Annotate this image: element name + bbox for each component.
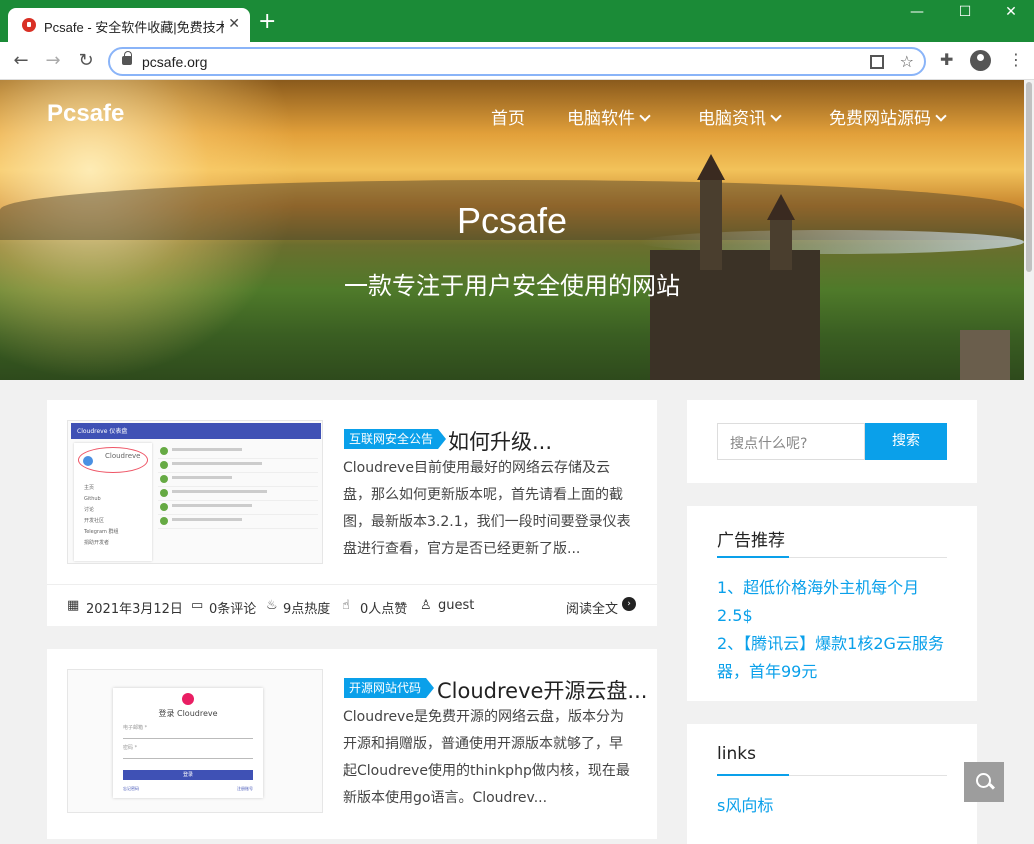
post-card: Cloudreve 仪表盘 Cloudreve 主页 Github 讨论 开发社… (47, 400, 657, 626)
thumb-email-line (123, 738, 253, 739)
hero-subtitle: 一款专注于用户安全使用的网站 (344, 272, 680, 300)
widget-divider (717, 556, 947, 558)
nav-label: 电脑软件 (567, 109, 635, 129)
post-thumbnail[interactable]: Cloudreve 仪表盘 Cloudreve 主页 Github 讨论 开发社… (67, 420, 323, 564)
chevron-down-icon (935, 110, 947, 122)
thumb-menu-item: 捐助开发者 (84, 540, 110, 546)
floating-search-button[interactable] (964, 762, 1004, 802)
close-window-button[interactable]: ✕ (988, 4, 1034, 20)
nav-source-code[interactable]: 免费网站源码 (829, 104, 947, 129)
thumb-menu-item: 开发社区 (84, 518, 105, 524)
thumb-login-card: 登录 Cloudreve 电子邮箱 * 密码 * 登录 忘记密码 注册账号 (113, 688, 263, 798)
browser-tab[interactable]: Pcsafe - 安全软件收藏|免费技术 ✕ (8, 8, 250, 42)
extensions-icon[interactable]: ✚ (940, 50, 953, 69)
nav-label: 首页 (491, 109, 525, 129)
back-icon[interactable]: ← (10, 50, 32, 71)
read-more-link[interactable]: 阅读全文 (566, 598, 618, 617)
thumb-email-label: 电子邮箱 * (123, 725, 148, 731)
hero-title: Pcsafe (456, 200, 568, 241)
maximize-button[interactable]: ☐ (942, 4, 988, 20)
post-title[interactable]: 如何升级... (448, 426, 552, 456)
forward-icon[interactable]: → (42, 50, 64, 71)
browser-toolbar: ← → ↻ pcsafe.org ☆ ✚ ⋮ (0, 42, 1034, 80)
tab-title: Pcsafe - 安全软件收藏|免费技术 (44, 20, 224, 35)
nav-label: 免费网站源码 (829, 109, 931, 129)
flame-icon: ♨ (266, 598, 278, 613)
category-badge[interactable]: 开源网站代码 (344, 678, 435, 698)
post-comments[interactable]: 0条评论 (209, 598, 256, 617)
widget-divider (717, 774, 947, 776)
menu-kebab-icon[interactable]: ⋮ (1008, 50, 1024, 69)
post-title[interactable]: Cloudreve开源云盘... (437, 675, 647, 705)
widget-title: links (717, 744, 756, 764)
ad-link[interactable]: 2、【腾讯云】爆款1核2G云服务器，首年99元 (717, 630, 949, 686)
site-logo[interactable]: Pcsafe (47, 100, 124, 128)
calendar-icon: ▦ (67, 598, 80, 613)
thumbs-up-icon[interactable]: ☝ (342, 598, 350, 613)
thumb-menu-panel: Cloudreve 主页 Github 讨论 开发社区 Telegram 群组 … (74, 443, 152, 561)
widget-title: 广告推荐 (717, 531, 785, 551)
post-likes[interactable]: 0人点赞 (360, 598, 407, 617)
search-widget: 搜点什么呢? 搜索 (687, 400, 977, 483)
castle-tower-right (960, 330, 1010, 380)
lock-icon (122, 51, 132, 65)
site-favicon-icon (22, 18, 36, 32)
thumb-brand: Cloudreve (105, 452, 141, 460)
post-author[interactable]: guest (438, 598, 474, 613)
thumb-register-link: 注册账号 (237, 786, 253, 791)
nav-label: 电脑资讯 (698, 109, 766, 129)
thumb-login-button: 登录 (123, 770, 253, 780)
post-thumbnail[interactable]: 登录 Cloudreve 电子邮箱 * 密码 * 登录 忘记密码 注册账号 (67, 669, 323, 813)
new-tab-button[interactable]: + (258, 11, 276, 33)
thumb-login-heading: 登录 Cloudreve (158, 709, 218, 718)
qr-code-icon[interactable] (870, 55, 884, 69)
post-card: 登录 Cloudreve 电子邮箱 * 密码 * 登录 忘记密码 注册账号 开源… (47, 649, 657, 839)
search-input[interactable]: 搜点什么呢? (717, 423, 865, 460)
category-badge[interactable]: 互联网安全公告 (344, 429, 447, 449)
profile-avatar-icon[interactable] (970, 50, 991, 71)
lock-icon (182, 693, 194, 705)
tab-close-icon[interactable]: ✕ (228, 16, 240, 32)
post-excerpt: Cloudreve目前使用最好的网络云存储及云盘，那么如何更新版本呢，首先请看上… (343, 460, 631, 557)
thumb-menu-item: 主页 (84, 485, 95, 491)
scrollbar[interactable] (1024, 80, 1034, 832)
thumb-password-label: 密码 * (123, 745, 138, 751)
bookmark-star-icon[interactable]: ☆ (900, 52, 914, 71)
thumb-forgot-link: 忘记密码 (123, 786, 139, 791)
nav-software[interactable]: 电脑软件 (567, 104, 651, 129)
url-text[interactable]: pcsafe.org (142, 54, 207, 70)
thumb-changelog-list (158, 445, 318, 559)
reload-icon[interactable]: ↻ (75, 50, 97, 71)
thumb-menu: 主页 Github 讨论 开发社区 Telegram 群组 捐助开发者 (84, 483, 119, 549)
nav-home[interactable]: 首页 (491, 104, 525, 129)
thumb-header-bar: Cloudreve 仪表盘 (71, 423, 321, 439)
comment-icon: ▭ (191, 598, 204, 613)
ads-widget: 广告推荐 1、超低价格海外主机每个月2.5$ 2、【腾讯云】爆款1核2G云服务器… (687, 506, 977, 701)
search-button[interactable]: 搜索 (865, 423, 947, 460)
minimize-button[interactable]: — (894, 4, 940, 20)
thumb-header-text: Cloudreve 仪表盘 (77, 428, 128, 435)
ad-link[interactable]: 1、超低价格海外主机每个月2.5$ (717, 574, 949, 630)
post-date: 2021年3月12日 (86, 602, 183, 617)
links-widget: links s风向标 (687, 724, 977, 844)
thumb-menu-item: Telegram 群组 (84, 529, 119, 535)
user-icon: ♙ (420, 598, 432, 613)
nav-news[interactable]: 电脑资讯 (698, 104, 782, 129)
address-bar[interactable]: pcsafe.org ☆ (108, 47, 926, 76)
chevron-right-icon[interactable]: › (622, 597, 636, 611)
chevron-down-icon (639, 110, 651, 122)
thumb-menu-item: 讨论 (84, 507, 95, 513)
thumb-brand-circle: Cloudreve (78, 447, 148, 473)
post-meta: ▦ 2021年3月12日 ▭ 0条评论 ♨ 9点热度 ☝ 0人点赞 ♙ gues… (47, 584, 657, 626)
thumb-menu-item: Github (84, 496, 101, 502)
friend-link[interactable]: s风向标 (717, 792, 949, 820)
cloud-logo-icon (83, 456, 93, 466)
chevron-down-icon (770, 110, 782, 122)
thumb-password-line (123, 758, 253, 759)
scrollbar-thumb[interactable] (1026, 82, 1032, 272)
post-excerpt: Cloudreve是免费开源的网络云盘，版本分为开源和捐赠版，普通使用开源版本就… (343, 709, 630, 806)
post-views: 9点热度 (283, 602, 331, 617)
